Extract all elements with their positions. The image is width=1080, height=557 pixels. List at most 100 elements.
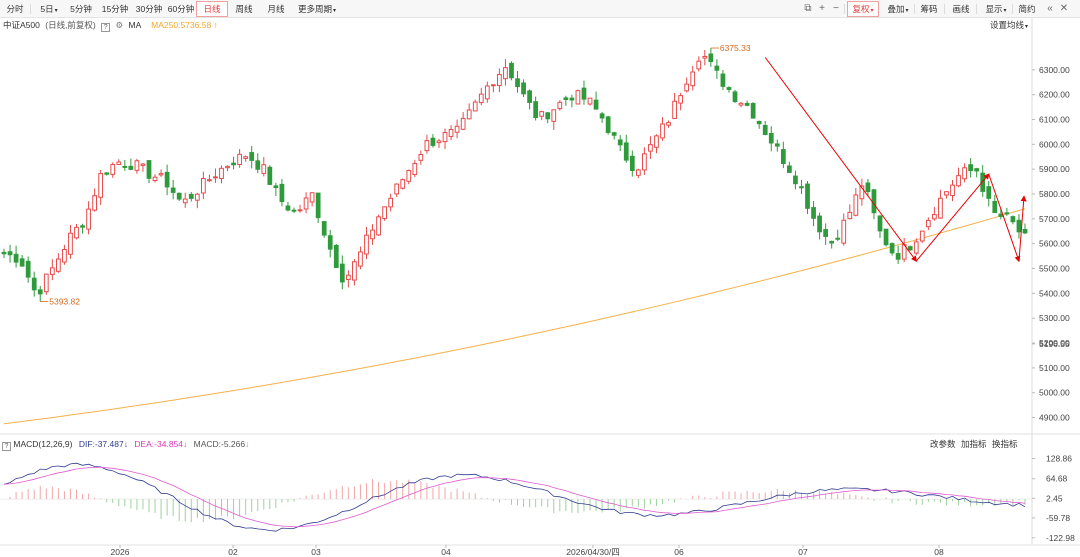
candle-body <box>932 214 937 220</box>
candle-body <box>768 133 774 144</box>
price-tick-label: 6200.00 <box>1039 90 1070 100</box>
candle-body <box>919 230 925 242</box>
candle-body <box>31 277 37 291</box>
candle-body <box>454 125 460 133</box>
macd-tick-label: 128.86 <box>1046 454 1072 464</box>
candle-body <box>442 132 448 143</box>
candle-body <box>678 95 684 104</box>
candle-body <box>74 226 79 239</box>
x-tick-label: 2026/04/30/四 <box>566 547 619 557</box>
price-tick-label: 5400.00 <box>1039 288 1070 298</box>
trend-arrows <box>764 57 1027 263</box>
candle-body <box>913 241 919 254</box>
candle-body <box>140 163 146 166</box>
candle-body <box>527 90 532 103</box>
candle-body <box>889 243 895 254</box>
candle-body <box>847 211 853 220</box>
candle-body <box>358 251 363 267</box>
x-tick-label: 03 <box>311 547 321 557</box>
candle-body <box>146 160 152 179</box>
candle-body <box>309 192 315 203</box>
candle-body <box>744 102 750 106</box>
candle-body <box>829 240 835 244</box>
candle-body <box>569 97 575 101</box>
low-label: 5393.82 <box>49 297 80 307</box>
candle-body <box>623 142 629 161</box>
x-tick-label: 08 <box>934 547 944 557</box>
candle-body <box>170 187 176 193</box>
candle-body <box>1004 212 1010 215</box>
candle-body <box>654 135 659 148</box>
candle-body <box>877 215 883 232</box>
candle-body <box>98 173 104 198</box>
candle-body <box>376 216 381 236</box>
candle-body <box>605 116 611 133</box>
candle-body <box>231 162 236 166</box>
candle-body <box>593 99 599 110</box>
candle-body <box>382 206 387 220</box>
candle-body <box>237 153 242 166</box>
candle-body <box>122 165 128 168</box>
candle-body <box>690 71 696 87</box>
candle-body <box>80 225 85 228</box>
candle-body <box>998 213 1004 217</box>
candle-body <box>412 162 418 175</box>
candle-body <box>339 263 345 283</box>
price-tick-label: 6300.00 <box>1039 65 1070 75</box>
candle-body <box>478 93 484 104</box>
price-tick-label: 5100.00 <box>1039 363 1070 373</box>
candle-body <box>672 100 677 119</box>
candle-body <box>841 219 847 244</box>
candle-body <box>219 167 224 180</box>
candle-body <box>497 74 502 86</box>
candle-body <box>684 83 690 92</box>
macd-tick-label: -59.78 <box>1046 513 1070 523</box>
candle-body <box>557 101 563 110</box>
candle-body <box>551 109 557 122</box>
candle-body <box>907 246 913 251</box>
candle-body <box>968 164 974 172</box>
candle-body <box>986 186 992 199</box>
price-tick-label: 5900.00 <box>1039 164 1070 174</box>
macd-tick-label: 2.45 <box>1046 493 1063 503</box>
candle-body <box>811 207 816 219</box>
candle-body <box>303 197 309 210</box>
candle-body <box>370 229 375 240</box>
candle-body <box>315 192 321 219</box>
candle-body <box>962 167 967 180</box>
candle-body <box>521 82 526 95</box>
candle-body <box>388 197 394 208</box>
price-tick-label: 5700.00 <box>1039 214 1070 224</box>
candle-body <box>666 122 671 126</box>
candle-body <box>279 183 285 203</box>
kline-chart[interactable]: 6300.00 6200.00 6100.00 6000.00 5900.00 5800.… <box>0 0 1080 557</box>
candle-body <box>25 260 31 278</box>
candle-body <box>762 124 768 136</box>
candle-body <box>249 152 255 161</box>
candle-body <box>780 149 786 164</box>
candle-body <box>128 165 134 170</box>
x-tick-label: 2026 <box>111 547 130 557</box>
candle-body <box>394 183 400 195</box>
candle-body <box>799 186 804 189</box>
candle-body <box>648 144 653 152</box>
candle-body <box>871 189 877 214</box>
candle-body <box>738 102 744 106</box>
candle-body <box>424 140 430 152</box>
candle-body <box>352 261 357 281</box>
candle-body <box>805 183 810 209</box>
candle-body <box>750 103 756 119</box>
x-tick-label: 06 <box>674 547 684 557</box>
candle-body <box>787 165 792 173</box>
candle-body <box>152 176 158 182</box>
candle-body <box>490 84 496 87</box>
macd-tick-label: 64.68 <box>1046 474 1068 484</box>
candle-body <box>466 109 472 120</box>
candle-body <box>430 137 436 146</box>
candle-body <box>243 156 249 159</box>
candle-body <box>436 140 442 144</box>
candle-body <box>793 175 798 185</box>
candle-body <box>1016 219 1022 233</box>
price-tick-label: 5800.00 <box>1039 189 1070 199</box>
candle-body <box>472 101 478 112</box>
